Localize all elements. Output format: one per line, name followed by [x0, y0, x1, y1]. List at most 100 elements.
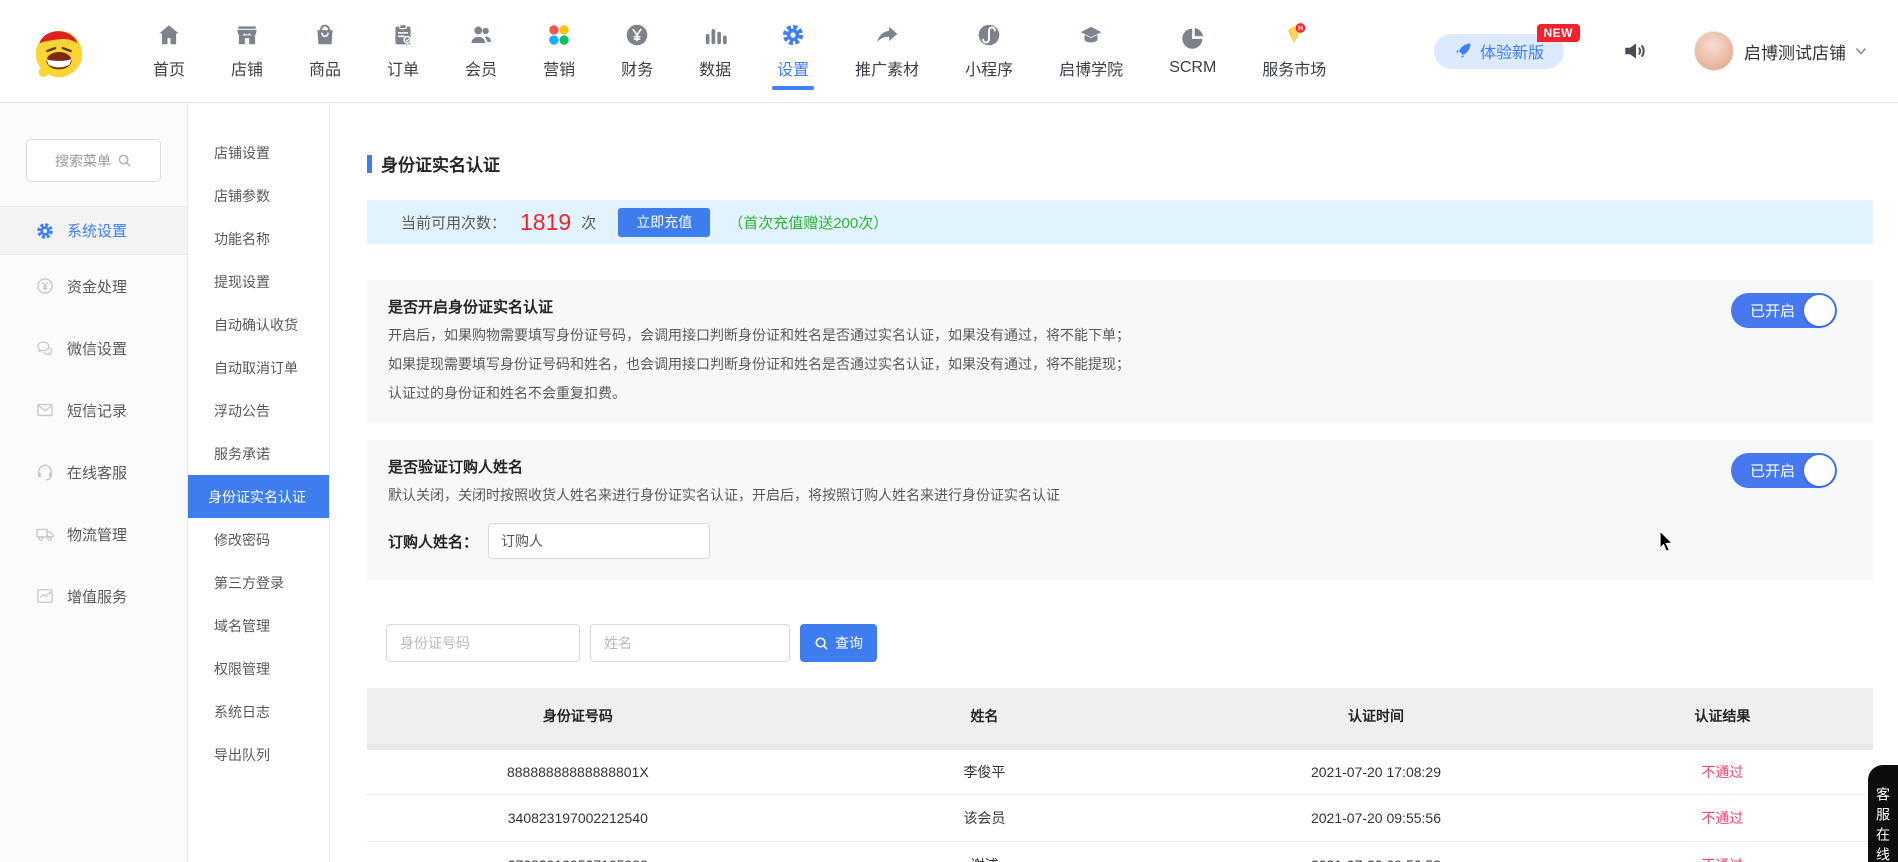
announcement-speaker-icon[interactable] [1622, 38, 1648, 64]
name-search-input[interactable] [590, 624, 790, 662]
submenu-item-域名管理[interactable]: 域名管理 [188, 604, 329, 647]
nav-item-label: 数据 [699, 56, 731, 80]
nav-item-设置[interactable]: 设置 [754, 0, 832, 102]
quota-bar: 当前可用次数： 1819 次 立即充值 （首次充值赠送200次） [367, 200, 1873, 244]
submenu-item-自动确认收货[interactable]: 自动确认收货 [188, 303, 329, 346]
orderer-name-setting-section: 是否验证订购人姓名 默认关闭，关闭时按照收货人姓名来进行身份证实名认证，开启后，… [367, 440, 1873, 580]
table-cell-time: 2021-07-20 17:08:29 [1180, 747, 1572, 794]
id-auth-setting-section: 是否开启身份证实名认证 开启后，如果购物需要填写身份证号码，会调用接口判断身份证… [367, 280, 1873, 423]
table-header-cell: 认证时间 [1180, 688, 1572, 747]
nav-item-推广素材[interactable]: 推广素材 [832, 0, 942, 102]
promo-icon [874, 22, 900, 48]
submenu-item-功能名称[interactable]: 功能名称 [188, 217, 329, 260]
table-cell-id: 340823197002212540 [367, 794, 789, 841]
nav-item-label: 营销 [543, 56, 575, 80]
rocket-icon [1454, 42, 1472, 60]
nav-item-财务[interactable]: 财务 [598, 0, 676, 102]
nav-item-订单[interactable]: 订单 [364, 0, 442, 102]
submenu-item-第三方登录[interactable]: 第三方登录 [188, 561, 329, 604]
table-cell-time: 2021-07-20 09:55:56 [1180, 794, 1572, 841]
nav-item-商品[interactable]: 商品 [286, 0, 364, 102]
sidebar-item-增值服务[interactable]: 增值服务 [0, 565, 187, 627]
goods-icon [312, 22, 338, 48]
nav-item-首页[interactable]: 首页 [130, 0, 208, 102]
table-cell-result: 不通过 [1572, 794, 1873, 841]
member-icon [468, 22, 494, 48]
orderer-name-field-row: 订购人姓名： [388, 523, 1643, 559]
marketing-icon [546, 22, 572, 48]
menu-search-placeholder: 搜索菜单 [55, 151, 111, 171]
avatar[interactable] [1694, 31, 1734, 71]
query-button[interactable]: 查询 [800, 624, 877, 662]
search-icon [117, 153, 132, 168]
sidebar-item-label: 在线客服 [67, 462, 127, 483]
chart-icon [35, 586, 55, 606]
nav-item-label: 商品 [309, 56, 341, 80]
quota-value: 1819 [520, 209, 571, 236]
id-number-search-input[interactable] [386, 624, 580, 662]
orderer-name-input[interactable] [488, 523, 710, 559]
orderer-toggle-label: 已开启 [1750, 460, 1795, 481]
submenu-item-身份证实名认证[interactable]: 身份证实名认证 [188, 475, 329, 518]
page-title: 身份证实名认证 [367, 151, 1873, 176]
id-auth-toggle[interactable]: 已开启 [1731, 293, 1837, 328]
nav-item-会员[interactable]: 会员 [442, 0, 520, 102]
sidebar-item-在线客服[interactable]: 在线客服 [0, 441, 187, 503]
scrm-icon [1180, 25, 1206, 51]
chevron-down-icon[interactable] [1854, 44, 1868, 58]
shop-icon [234, 22, 260, 48]
auth-records-table: 身份证号码姓名认证时间认证结果 88888888888888801X李俊平202… [367, 688, 1873, 862]
nav-item-服务市场[interactable]: H服务市场 [1239, 0, 1349, 102]
submenu-item-提现设置[interactable]: 提现设置 [188, 260, 329, 303]
toggle-knob [1804, 455, 1835, 486]
main-content: 身份证实名认证 当前可用次数： 1819 次 立即充值 （首次充值赠送200次）… [330, 103, 1898, 862]
submenu-item-导出队列[interactable]: 导出队列 [188, 733, 329, 776]
nav-item-营销[interactable]: 营销 [520, 0, 598, 102]
submenu-item-店铺参数[interactable]: 店铺参数 [188, 174, 329, 217]
id-auth-toggle-label: 已开启 [1750, 300, 1795, 321]
sidebar-item-短信记录[interactable]: 短信记录 [0, 379, 187, 441]
submenu-item-权限管理[interactable]: 权限管理 [188, 647, 329, 690]
sidebar-item-系统设置[interactable]: 系统设置 [0, 206, 187, 255]
nav-item-label: 首页 [153, 56, 185, 80]
sidebar-item-物流管理[interactable]: 物流管理 [0, 503, 187, 565]
submenu-item-店铺设置[interactable]: 店铺设置 [188, 131, 329, 174]
nav-item-label: 小程序 [965, 56, 1013, 80]
orderer-name-toggle[interactable]: 已开启 [1731, 453, 1837, 488]
table-header-cell: 身份证号码 [367, 688, 789, 747]
secondary-sidebar-menu: 店铺设置店铺参数功能名称提现设置自动确认收货自动取消订单浮动公告服务承诺身份证实… [188, 131, 329, 776]
submenu-item-系统日志[interactable]: 系统日志 [188, 690, 329, 733]
sidebar-item-微信设置[interactable]: 微信设置 [0, 317, 187, 379]
experience-new-button[interactable]: 体验新版 NEW [1434, 34, 1564, 69]
id-auth-desc-line1: 开启后，如果购物需要填写身份证号码，会调用接口判断身份证和姓名是否通过实名认证，… [388, 321, 1643, 350]
nav-item-店铺[interactable]: 店铺 [208, 0, 286, 102]
title-accent-bar [367, 155, 372, 173]
quota-unit: 次 [581, 212, 596, 233]
submenu-item-浮动公告[interactable]: 浮动公告 [188, 389, 329, 432]
table-row: 88888888888888801X李俊平2021-07-20 17:08:29… [367, 747, 1873, 794]
nav-item-启博学院[interactable]: 启博学院 [1036, 0, 1146, 102]
experience-new-label: 体验新版 [1480, 39, 1544, 63]
recharge-button[interactable]: 立即充值 [618, 208, 710, 237]
sidebar-item-资金处理[interactable]: 资金处理 [0, 255, 187, 317]
submenu-item-修改密码[interactable]: 修改密码 [188, 518, 329, 561]
wechat-icon [35, 338, 55, 358]
store-name[interactable]: 启博测试店铺 [1744, 39, 1846, 64]
nav-item-SCRM[interactable]: SCRM [1146, 0, 1239, 102]
submenu-item-服务承诺[interactable]: 服务承诺 [188, 432, 329, 475]
sidebar-item-label: 资金处理 [67, 276, 127, 297]
new-badge: NEW [1537, 24, 1581, 42]
menu-search-input[interactable]: 搜索菜单 [26, 139, 161, 182]
nav-item-小程序[interactable]: 小程序 [942, 0, 1036, 102]
table-body: 88888888888888801X李俊平2021-07-20 17:08:29… [367, 747, 1873, 862]
submenu-item-自动取消订单[interactable]: 自动取消订单 [188, 346, 329, 389]
gear-icon [35, 221, 55, 241]
svg-text:H: H [1298, 26, 1303, 33]
nav-item-数据[interactable]: 数据 [676, 0, 754, 102]
id-auth-desc-line2: 如果提现需要填写身份证号码和姓名，也会调用接口判断身份证和姓名是否通过实名认证，… [388, 350, 1643, 379]
sidebar-item-label: 增值服务 [67, 586, 127, 607]
table-cell-name: 该会员 [789, 794, 1181, 841]
customer-service-tab[interactable]: 客服在线 [1868, 765, 1898, 862]
app-logo-icon[interactable] [30, 22, 88, 80]
settings-icon [780, 22, 806, 48]
